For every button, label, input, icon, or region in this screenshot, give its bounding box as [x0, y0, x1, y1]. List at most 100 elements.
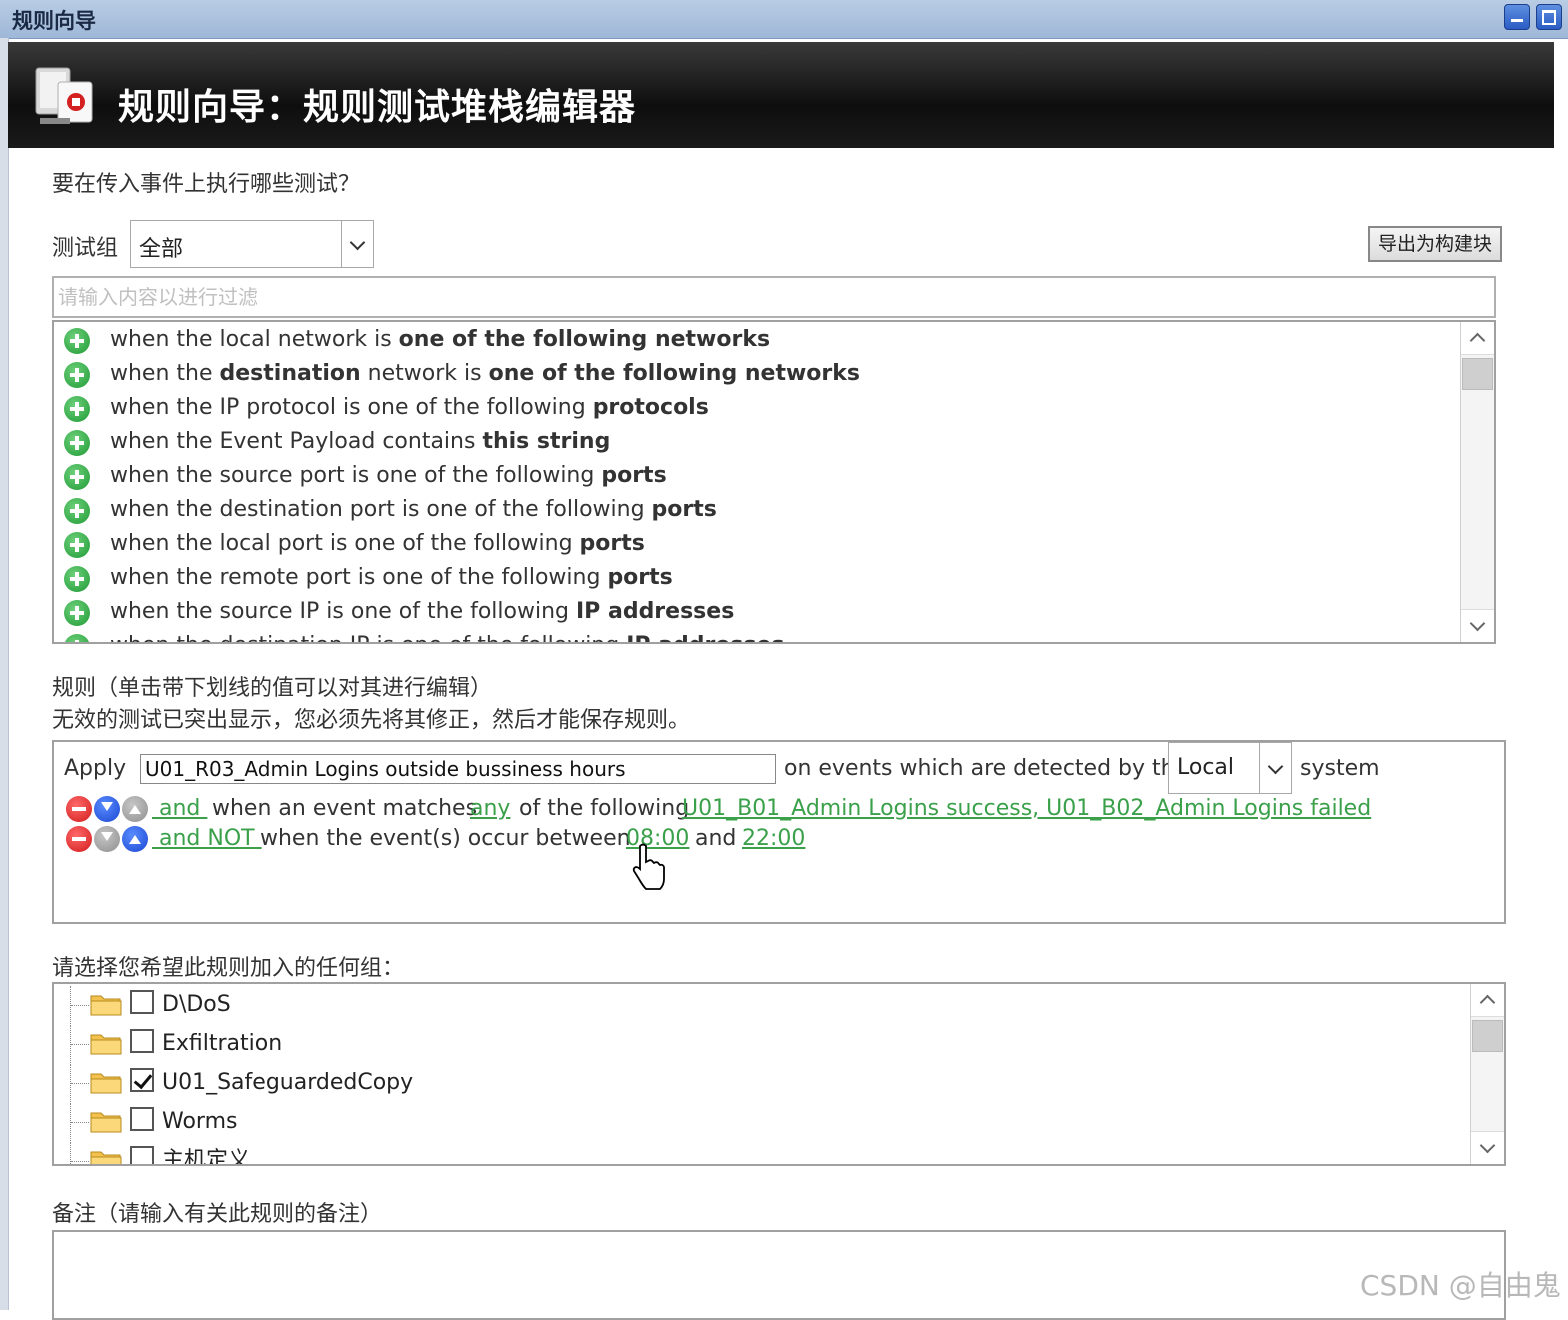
test-item-param: ports	[601, 463, 667, 488]
add-test-icon[interactable]	[64, 634, 90, 642]
add-test-icon[interactable]	[64, 566, 90, 592]
add-test-icon[interactable]	[64, 498, 90, 524]
test-list: when the local network is one of the fol…	[52, 320, 1496, 644]
folder-icon	[90, 1073, 122, 1094]
notes-textarea[interactable]	[52, 1230, 1506, 1320]
remove-test-icon[interactable]	[66, 826, 92, 852]
rule-editor: Apply on events which are detected by th…	[52, 740, 1506, 924]
export-as-building-block-button[interactable]: 导出为构建块	[1368, 226, 1502, 262]
group-name: Exfiltration	[162, 1031, 283, 1056]
test-item-text: when the source port is one of the follo…	[110, 460, 667, 492]
rule-section-title: 规则（单击带下划线的值可以对其进行编辑）	[52, 676, 493, 701]
add-test-icon[interactable]	[64, 328, 90, 354]
test-item-text: when the source IP is one of the followi…	[110, 596, 734, 628]
test-text: of the following	[512, 796, 697, 821]
move-up-icon-disabled	[122, 796, 148, 822]
match-any-link[interactable]: any	[470, 794, 510, 824]
move-down-icon-disabled	[94, 826, 120, 852]
group-checkbox[interactable]	[130, 1068, 154, 1092]
scroll-up-icon[interactable]	[1461, 322, 1494, 355]
test-list-scrollbar[interactable]	[1460, 322, 1494, 642]
test-item-param: ports	[607, 565, 673, 590]
test-text: when the event(s) occur between	[260, 826, 631, 851]
rule-apply-line: Apply on events which are detected by th…	[64, 742, 1494, 794]
test-text: when an event matches	[212, 796, 478, 821]
test-item-param: IP addresses	[626, 633, 784, 642]
test-group-value: 全部	[139, 237, 184, 262]
group-item[interactable]: Exfiltration	[64, 1025, 664, 1063]
scroll-down-icon[interactable]	[1461, 609, 1494, 642]
folder-icon	[90, 1112, 122, 1133]
filter-input[interactable]	[52, 276, 1496, 318]
operator-and-not-link[interactable]: and NOT	[152, 824, 262, 854]
group-item[interactable]: Worms	[64, 1103, 664, 1141]
add-test-icon[interactable]	[64, 600, 90, 626]
group-checkbox[interactable]	[130, 1029, 154, 1053]
scroll-down-icon[interactable]	[1471, 1131, 1504, 1164]
chevron-down-icon[interactable]	[341, 221, 373, 267]
add-test-icon[interactable]	[64, 396, 90, 422]
test-item-text: when the Event Payload contains this str…	[110, 426, 610, 458]
test-item-fragment: when the destination IP is one of the fo…	[110, 633, 626, 642]
test-item-fragment: when the local network is	[110, 327, 399, 352]
rule-test-line-1: and when an event matches any of the fol…	[64, 794, 1464, 824]
test-item-text: when the local port is one of the follow…	[110, 528, 645, 560]
groups-scrollbar[interactable]	[1470, 984, 1504, 1164]
add-test-icon[interactable]	[64, 532, 90, 558]
move-down-icon[interactable]	[94, 796, 120, 822]
scroll-thumb[interactable]	[1472, 1020, 1503, 1052]
rule-section-note: 无效的测试已突出显示，您必须先将其修正，然后才能保存规则。	[52, 708, 691, 733]
add-test-icon[interactable]	[64, 464, 90, 490]
test-item-param: destination	[219, 361, 361, 386]
end-time-link[interactable]: 22:00	[742, 824, 805, 854]
detected-by-text: on events which are detected by the	[784, 756, 1189, 781]
group-name: U01_SafeguardedCopy	[162, 1070, 414, 1095]
test-item-fragment: when the local port is one of the follow…	[110, 531, 580, 556]
watermark: CSDN @自由鬼	[1360, 1269, 1561, 1302]
tests-question: 要在传入事件上执行哪些测试？	[52, 172, 361, 197]
add-test-icon[interactable]	[64, 430, 90, 456]
group-item[interactable]: D\DoS	[64, 986, 664, 1024]
group-name: 主机定义	[162, 1148, 251, 1166]
scroll-up-icon[interactable]	[1471, 984, 1504, 1017]
scroll-thumb[interactable]	[1462, 358, 1493, 390]
test-item-param: this string	[482, 429, 611, 454]
window-title: 规则向导	[12, 9, 96, 33]
test-item-param: protocols	[592, 395, 709, 420]
group-item[interactable]: U01_SafeguardedCopy	[64, 1064, 664, 1102]
test-group-label: 测试组	[52, 236, 119, 261]
test-item-text: when the IP protocol is one of the follo…	[110, 392, 709, 424]
group-checkbox[interactable]	[130, 1146, 154, 1164]
test-item-text: when the destination IP is one of the fo…	[110, 630, 785, 642]
remove-test-icon[interactable]	[66, 796, 92, 822]
maximize-button[interactable]	[1536, 4, 1562, 30]
window-left-border	[0, 38, 9, 1310]
group-checkbox[interactable]	[130, 990, 154, 1014]
test-group-select[interactable]: 全部	[130, 220, 374, 268]
test-item-param: ports	[651, 497, 717, 522]
test-item-fragment: when the IP protocol is one of the follo…	[110, 395, 593, 420]
tree-connector	[70, 986, 91, 1024]
test-item-fragment: when the remote port is one of the follo…	[110, 565, 608, 590]
group-checkbox[interactable]	[130, 1107, 154, 1131]
test-item-fragment: when the	[110, 361, 220, 386]
rule-name-input[interactable]	[140, 754, 776, 784]
system-select[interactable]: Local	[1168, 742, 1292, 794]
minimize-button[interactable]	[1504, 4, 1530, 30]
group-item[interactable]: 主机定义	[64, 1142, 664, 1166]
move-up-icon[interactable]	[122, 826, 148, 852]
apply-label: Apply	[64, 756, 127, 781]
page-title: 规则向导：规则测试堆栈编辑器	[118, 87, 637, 128]
test-item-fragment: when the source port is one of the follo…	[110, 463, 602, 488]
notes-label: 备注（请输入有关此规则的备注）	[52, 1202, 383, 1227]
system-label: system	[1300, 756, 1380, 781]
hand-pointer-icon	[632, 843, 665, 890]
building-blocks-link[interactable]: U01_B01_Admin Logins success, U01_B02_Ad…	[682, 794, 1371, 824]
add-test-icon[interactable]	[64, 362, 90, 388]
operator-and-link[interactable]: and	[152, 794, 207, 824]
test-item-param: IP addresses	[576, 599, 735, 624]
tree-connector	[70, 1142, 91, 1164]
chevron-down-icon[interactable]	[1259, 743, 1291, 793]
test-item-text: when the local network is one of the fol…	[110, 324, 770, 356]
groups-tree: D\DoS Exfiltration U01_SafeguardedCopy Worm…	[52, 982, 1506, 1166]
